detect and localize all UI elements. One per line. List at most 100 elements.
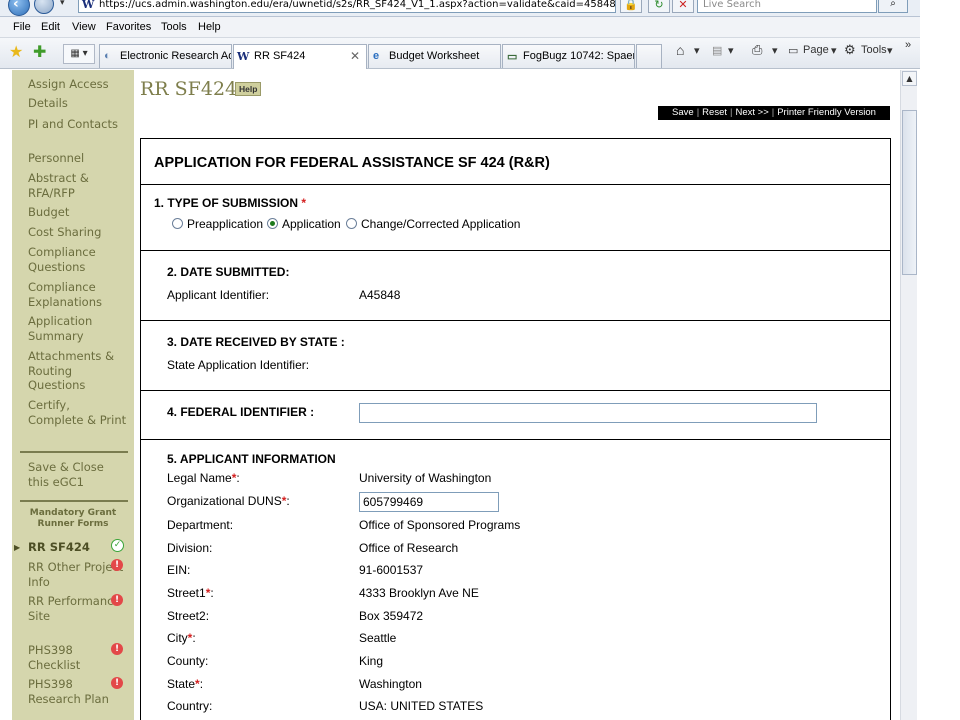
close-tab-icon[interactable]: ✕ [350, 49, 360, 63]
bug-icon: ▭ [507, 51, 518, 63]
tab-fogbugz[interactable]: ▭ FogBugz 10742: Spaer... [502, 44, 635, 68]
vertical-scrollbar[interactable]: ▲ [900, 70, 917, 720]
save-button[interactable]: Save [672, 107, 694, 118]
field-label: Street1 [167, 586, 206, 600]
url-field[interactable]: Whttps://ucs.admin.washington.edu/era/uw… [78, 0, 616, 13]
section-title-text: 1. TYPE OF SUBMISSION [154, 196, 299, 210]
ein-value: 91-6001537 [359, 563, 424, 577]
sidebar-divider [20, 500, 128, 502]
sidebar-item-compliance-questions[interactable]: Compliance Questions [28, 245, 128, 274]
sidebar-item-pi-contacts[interactable]: PI and Contacts [28, 117, 128, 132]
printer-friendly-button[interactable]: Printer Friendly Version [777, 107, 876, 118]
home-icon[interactable]: ⌂ [676, 42, 684, 58]
print-icon[interactable]: ⎙ [752, 42, 762, 58]
sidebar-item-compliance-explanations[interactable]: Compliance Explanations [28, 280, 128, 309]
tab-bar: ★ ✚ ▦ ▾ ◐ Electronic Research Ad... W RR… [0, 38, 920, 69]
w-icon: W [237, 50, 250, 63]
lock-icon[interactable]: 🔒 [620, 0, 642, 13]
page-dropdown-icon[interactable]: ▾ [831, 44, 837, 57]
required-marker: * [187, 631, 193, 645]
history-dropdown-icon[interactable]: ▾ [60, 0, 65, 8]
menu-favorites[interactable]: Favorites [106, 21, 151, 33]
tools-menu[interactable]: Tools [861, 44, 887, 56]
country-label: Country: [167, 699, 213, 713]
radio-circle[interactable] [346, 218, 357, 229]
check-icon: ✓ [111, 539, 124, 552]
sidebar-item-cost-sharing[interactable]: Cost Sharing [28, 225, 128, 240]
gear-icon[interactable]: ⚙ [844, 42, 856, 58]
sidebar-item-application-summary[interactable]: Application Summary [28, 314, 128, 343]
save-close-link[interactable]: Save & Close this eGC1 [28, 460, 128, 489]
applicant-identifier-value: A45848 [359, 288, 401, 302]
sf424-form: APPLICATION FOR FEDERAL ASSISTANCE SF 42… [140, 138, 891, 720]
duns-label: Organizational DUNS*: [167, 494, 290, 508]
department-label: Department: [167, 518, 234, 532]
scroll-up-arrow-icon[interactable]: ▲ [902, 71, 917, 86]
tab-rr-sf424[interactable]: W RR SF424 ✕ [233, 44, 367, 69]
scroll-thumb[interactable] [902, 110, 917, 275]
radio-label: Change/Corrected Application [361, 217, 521, 231]
back-button[interactable]: ‹ [8, 0, 30, 16]
duns-input[interactable]: 605799469 [359, 492, 499, 512]
refresh-icon[interactable]: ↻ [648, 0, 670, 13]
federal-identifier-input[interactable] [359, 403, 817, 423]
sidebar-item-attachments[interactable]: Attachments & Routing Questions [28, 349, 128, 393]
search-button[interactable]: ⌕ [878, 0, 908, 13]
radio-circle[interactable] [172, 218, 183, 229]
page-menu-icon[interactable]: ▭ [788, 44, 798, 57]
error-icon: ! [111, 677, 123, 689]
radio-label: Preapplication [187, 217, 264, 231]
menu-file[interactable]: File [13, 21, 31, 33]
next-button[interactable]: Next >> [735, 107, 768, 118]
sidebar-item-abstract[interactable]: Abstract & RFA/RFP [28, 171, 128, 200]
current-arrow-icon: ▶ [14, 543, 21, 552]
tab-label: Electronic Research Ad... [120, 50, 232, 62]
sidebar-item-certify[interactable]: Certify, Complete & Print [28, 398, 128, 427]
sidebar-item-assign-access[interactable]: Assign Access [28, 77, 128, 92]
radio-circle-selected[interactable] [267, 218, 278, 229]
add-favorite-icon[interactable]: ✚ [33, 42, 46, 62]
submission-type-group: Preapplication Application Change/Correc… [172, 217, 772, 233]
sidebar-item-budget[interactable]: Budget [28, 205, 128, 220]
search-input[interactable]: Live Search [697, 0, 877, 13]
sidebar-item-personnel[interactable]: Personnel [28, 151, 128, 166]
sidebar-item-details[interactable]: Details [28, 96, 128, 111]
menu-help[interactable]: Help [198, 21, 221, 33]
url-text: https://ucs.admin.washington.edu/era/uwn… [99, 0, 616, 10]
favorites-star-icon[interactable]: ★ [9, 42, 23, 62]
tab-electronic-research[interactable]: ◐ Electronic Research Ad... [99, 44, 232, 68]
new-tab-button[interactable] [636, 44, 662, 68]
radio-change-corrected[interactable]: Change/Corrected Application [346, 217, 520, 231]
feeds-dropdown-icon[interactable]: ▾ [728, 44, 734, 57]
quick-tabs-button[interactable]: ▦ ▾ [63, 44, 95, 64]
home-dropdown-icon[interactable]: ▾ [694, 44, 700, 57]
tab-budget-worksheet[interactable]: e Budget Worksheet [368, 44, 501, 68]
radio-application[interactable]: Application [267, 217, 341, 231]
tools-dropdown-icon[interactable]: ▾ [887, 44, 893, 57]
menu-edit[interactable]: Edit [41, 21, 60, 33]
section-applicant-information: 5. APPLICANT INFORMATION Legal Name*: Un… [141, 439, 890, 720]
error-icon: ! [111, 559, 123, 571]
stop-icon[interactable]: ✕ [672, 0, 694, 13]
department-value: Office of Sponsored Programs [359, 518, 521, 532]
separator: | [771, 107, 775, 118]
page-menu[interactable]: Page [803, 44, 829, 56]
action-bar: Save | Reset | Next >> | Printer Friendly Vers… [658, 106, 890, 120]
menu-tools[interactable]: Tools [161, 21, 187, 33]
error-icon: ! [111, 594, 123, 606]
section-title: 5. APPLICANT INFORMATION [167, 452, 336, 466]
quick-tabs-icon: ▦ ▾ [70, 48, 88, 59]
menu-view[interactable]: View [72, 21, 96, 33]
feeds-icon[interactable]: ▤ [712, 44, 722, 57]
reset-button[interactable]: Reset [702, 107, 727, 118]
main-panel: RR SF424 Help Save | Reset | Next >> | Printer… [138, 70, 903, 720]
help-button[interactable]: Help [235, 82, 262, 96]
radio-preapplication[interactable]: Preapplication [172, 217, 263, 231]
required-marker: * [281, 494, 287, 508]
more-chevron-icon[interactable]: » [905, 39, 911, 51]
section-title: 2. DATE SUBMITTED: [167, 265, 290, 279]
section-title: 3. DATE RECEIVED BY STATE : [167, 335, 345, 349]
forward-button[interactable] [34, 0, 54, 14]
street2-label: Street2: [167, 609, 210, 623]
print-dropdown-icon[interactable]: ▾ [772, 44, 778, 57]
